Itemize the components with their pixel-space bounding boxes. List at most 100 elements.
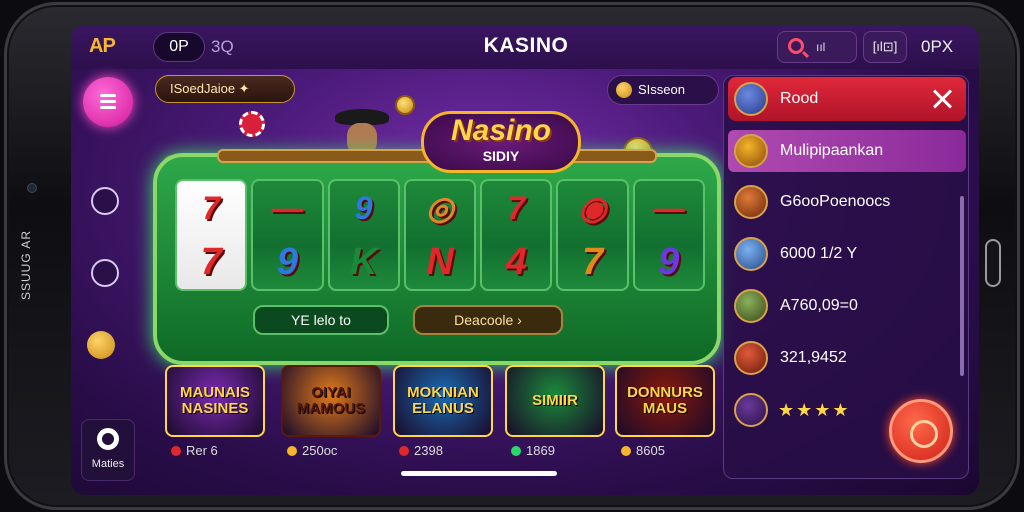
menu-icon-line: [100, 100, 116, 103]
game-thumbnail[interactable]: MOKNIAN ELANUS: [393, 365, 493, 437]
game-thumbnail-caption: 250oc: [287, 443, 337, 458]
search-button[interactable]: ııl: [777, 31, 857, 63]
game-thumbnail-caption: Rer 6: [171, 443, 218, 458]
home-indicator[interactable]: [401, 471, 557, 476]
search-rail-icon[interactable]: [91, 187, 119, 215]
side-panel-item-label: Rood: [780, 90, 819, 107]
reel: —9: [251, 179, 324, 291]
game-logo-title: Nasino: [450, 114, 552, 147]
side-panel-item[interactable]: 321,9452: [728, 336, 966, 380]
side-panel-item-label: Mulipipaankan: [780, 142, 884, 159]
game-thumbnail-title: SIMIIR: [532, 392, 578, 409]
gear-icon: [97, 428, 119, 450]
reel-symbol: ◎: [426, 190, 454, 226]
item-icon: [734, 341, 768, 375]
reel-symbol: 7: [202, 190, 221, 226]
game-rail-icon[interactable]: [91, 259, 119, 287]
game-thumbnail-title: MAUNAIS NASINES: [180, 384, 250, 417]
spin-button[interactable]: YE lelo to: [253, 305, 389, 335]
settings-button[interactable]: Maties: [81, 419, 135, 481]
coins-pill[interactable]: SIsseon: [607, 75, 719, 105]
reel: —9: [632, 179, 705, 291]
reel: ◎ N: [403, 179, 477, 291]
menu-icon: [100, 94, 116, 97]
caption-value: Rer 6: [186, 443, 218, 458]
item-icon: [734, 237, 768, 271]
reel: 77: [175, 179, 248, 291]
menu-button[interactable]: [83, 77, 133, 127]
reel-symbol: 9: [354, 190, 373, 226]
page-title: KASINO: [483, 34, 569, 57]
slot-machine[interactable]: 7 7—9 9 K ◎ N 7 4 ◉ 7—9 YE lelo to Deacoole ›: [153, 149, 721, 365]
reel-symbol: 7: [507, 190, 526, 226]
side-panel-item[interactable]: 6000 1/2 Y: [728, 232, 966, 276]
rating-stars: ★★★★: [778, 399, 851, 420]
settings-label: Maties: [91, 458, 125, 470]
reel: ◉ 7: [556, 179, 629, 291]
reels: 7 7—9 9 K ◎ N 7 4 ◉ 7—9: [175, 179, 705, 291]
coin-icon: [287, 446, 297, 456]
status-box[interactable]: [ıl⊡]: [863, 31, 907, 63]
item-icon: [734, 82, 768, 116]
reel-symbol: ◉: [578, 190, 607, 226]
coin-icon: [616, 82, 632, 98]
side-panel-item[interactable]: Rood: [728, 77, 966, 121]
game-thumbnail[interactable]: DONNURS MAUS: [615, 365, 715, 437]
caption-value: 8605: [636, 443, 665, 458]
coin-icon: [171, 446, 181, 456]
details-button[interactable]: Deacoole ›: [413, 305, 563, 335]
reel: 74: [480, 179, 553, 291]
side-button[interactable]: [985, 239, 1001, 287]
reel: 9K: [327, 179, 400, 291]
chip-icon: [239, 111, 265, 137]
coin-icon: [399, 446, 409, 456]
reel-symbol: 4: [505, 241, 527, 283]
game-thumbnail[interactable]: OIYAI MAMOUS: [281, 365, 381, 437]
search-text[interactable]: 3Q: [211, 37, 234, 57]
reel-symbol: K: [349, 241, 378, 283]
game-thumbnail[interactable]: MAUNAIS NASINES: [165, 365, 265, 437]
item-icon: [734, 289, 768, 323]
reel-symbol: 7: [200, 241, 222, 283]
item-icon: [734, 185, 768, 219]
coin-icon: [511, 446, 521, 456]
game-thumbnail-caption: 2398: [399, 443, 443, 458]
side-panel-item[interactable]: G6ooPoenoocs: [728, 180, 966, 224]
search-icon: [788, 38, 804, 54]
top-bar: AP 0P 3Q KASINO ııl [ıl⊡] 0PX: [71, 25, 979, 69]
phone-frame: SSUUG AR AP 0P 3Q KASINO ııl [ıl⊡] 0PX M…: [4, 2, 1020, 510]
game-thumbnails: MAUNAIS NASINES Rer 6 OIYAI MAMOUS 250oc MOK…: [165, 365, 715, 458]
item-icon: [734, 393, 768, 427]
game-thumbnail-title: DONNURS MAUS: [627, 384, 703, 417]
close-icon[interactable]: [932, 89, 952, 109]
coin-icon: [621, 446, 631, 456]
game-thumbnail-caption: 1869: [511, 443, 555, 458]
coin-icon: [87, 331, 115, 359]
reel-symbol: —: [652, 190, 685, 226]
camera-icon: [27, 183, 37, 193]
game-thumbnail[interactable]: SIMIIR: [505, 365, 605, 437]
side-panel-item-label: 321,9452: [780, 349, 847, 366]
balance-pill[interactable]: 0P: [153, 32, 205, 62]
promo-pill[interactable]: ISoedJaioe ✦: [155, 75, 295, 103]
game-thumbnail-title: OIYAI MAMOUS: [296, 384, 366, 417]
coin-icon: [395, 95, 415, 115]
top-right-text[interactable]: 0PX: [921, 37, 953, 57]
game-thumbnail-caption: 8605: [621, 443, 665, 458]
game-logo-subtitle: SIDIY: [482, 148, 520, 164]
menu-icon-line: [100, 106, 116, 109]
side-panel-item[interactable]: Mulipipaankan: [728, 130, 966, 172]
reel-symbol: 9: [658, 241, 680, 283]
caption-value: 1869: [526, 443, 555, 458]
app-logo[interactable]: AP: [89, 35, 116, 58]
reel-symbol: N: [426, 241, 454, 283]
caption-value: 250oc: [302, 443, 338, 458]
device-side-label: SSUUG AR: [19, 230, 33, 301]
reel-symbol: —: [271, 190, 304, 226]
game-thumbnail-title: MOKNIAN ELANUS: [407, 384, 479, 417]
caption-value: 2398: [414, 443, 443, 458]
signal-text: ııl: [816, 40, 826, 54]
side-panel-item[interactable]: A760,09=0: [728, 284, 966, 328]
side-panel-item-label: G6ooPoenoocs: [780, 193, 891, 210]
action-fab-button[interactable]: [889, 399, 953, 463]
